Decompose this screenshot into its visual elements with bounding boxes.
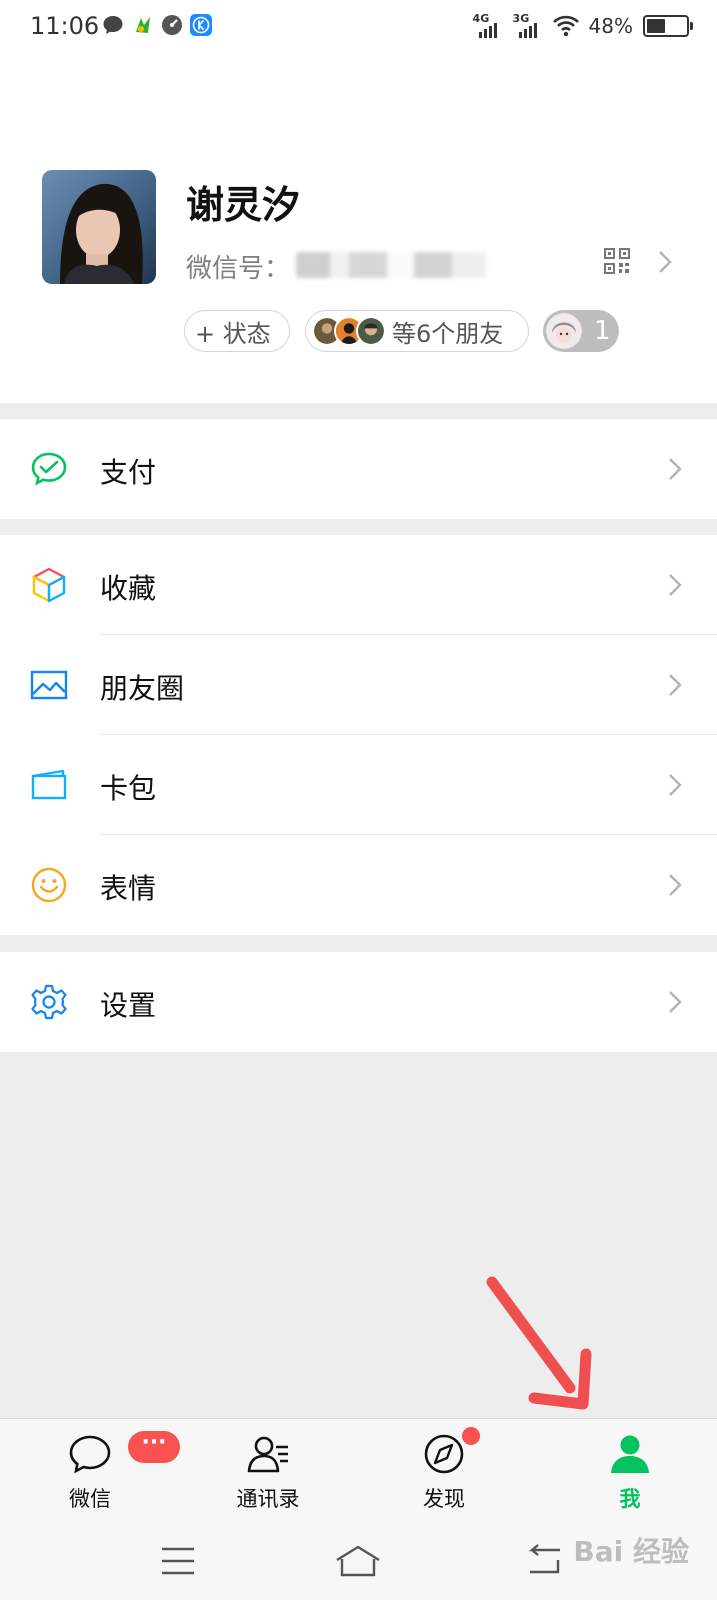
back-icon[interactable] [526,1544,564,1578]
kugou-icon [190,14,212,36]
menu-label-settings: 设置 [100,989,157,1022]
tab-label-me: 我 [619,1487,641,1511]
menu-label-moments: 朋友圈 [100,672,185,705]
wechat-id-label: 微信号： [186,254,291,284]
section-pay: 支付 [0,419,717,519]
menu-label-pay: 支付 [100,456,157,489]
profile-header[interactable]: 谢灵汐 微信号： + 状态 等6个朋友 1 [0,56,717,403]
chevron-right-icon [669,874,682,896]
image-icon [30,670,68,700]
home-icon[interactable] [334,1544,382,1578]
status-bar: 11:06 4G 3G 48% [0,0,717,56]
avatar[interactable] [42,170,156,284]
tab-chats[interactable]: 微信 ··· [28,1419,180,1525]
cube-icon [32,567,66,603]
system-navigation-bar: Bai 经验 [0,1524,717,1600]
chevron-right-icon [669,774,682,796]
add-status-button[interactable]: + 状态 [184,310,290,352]
signal-3g-icon: 3G [513,12,543,40]
menu-label-favorites: 收藏 [100,572,157,605]
tab-label-chats: 微信 [69,1487,111,1511]
tab-contacts[interactable]: 通讯录 [206,1419,326,1525]
compass-icon [424,1434,464,1474]
profile-name: 谢灵汐 [186,183,301,227]
friend-avatar-3 [356,316,386,346]
menu-item-cards[interactable]: 卡包 [0,735,717,835]
chevron-right-icon [669,458,682,480]
menu-item-stickers[interactable]: 表情 [0,835,717,935]
menu-item-pay[interactable]: 支付 [0,419,717,519]
chevron-right-icon [669,574,682,596]
contacts-icon [247,1436,288,1473]
qr-code-icon[interactable] [604,248,630,274]
card-icon [31,769,67,800]
status-time: 11:06 [30,12,100,40]
discover-notification-dot [462,1427,480,1445]
status-count: 1 [594,316,611,346]
chat-bubble-icon [69,1435,111,1474]
status-count-button[interactable]: 1 [543,310,619,352]
tab-label-contacts: 通讯录 [236,1487,300,1511]
wechat-id-value-blurred [296,252,486,278]
menu-icon[interactable] [160,1546,196,1576]
menu-item-favorites[interactable]: 收藏 [0,535,717,635]
speedometer-icon [162,15,182,35]
chevron-right-icon [669,674,682,696]
chevron-right-icon [669,991,682,1013]
friends-label: 等6个朋友 [392,319,504,348]
message-notification-icon [103,16,123,34]
tab-discover[interactable]: 发现 [382,1419,502,1525]
gear-icon [31,984,67,1020]
menu-item-moments[interactable]: 朋友圈 [0,635,717,735]
smiley-icon [31,867,67,903]
battery-icon [643,15,693,37]
baidu-watermark: Bai 经验 [573,1535,689,1568]
friends-status-button[interactable]: 等6个朋友 [305,310,529,352]
menu-label-cards: 卡包 [100,772,157,805]
battery-percent: 48% [588,14,633,38]
unread-badge: ··· [128,1431,180,1463]
signal-4g-icon: 4G [473,12,503,40]
wifi-icon [552,15,579,37]
wechat-pay-icon [31,452,67,486]
person-icon [611,1435,649,1473]
section-main: 收藏 朋友圈 卡包 表情 [0,535,717,935]
bottom-tab-bar: 微信 ··· 通讯录 发现 我 [0,1418,717,1524]
menu-label-stickers: 表情 [100,872,157,905]
app-notification-icon [136,17,150,33]
sticker-avatar [546,313,582,349]
tab-me[interactable]: 我 [568,1419,688,1525]
add-status-label: + 状态 [195,319,271,348]
profile-chevron-right-icon[interactable] [656,249,674,275]
section-settings: 设置 [0,952,717,1052]
menu-item-settings[interactable]: 设置 [0,952,717,1052]
status-right: 4G 3G 48% [473,12,693,40]
tab-label-discover: 发现 [423,1487,465,1511]
